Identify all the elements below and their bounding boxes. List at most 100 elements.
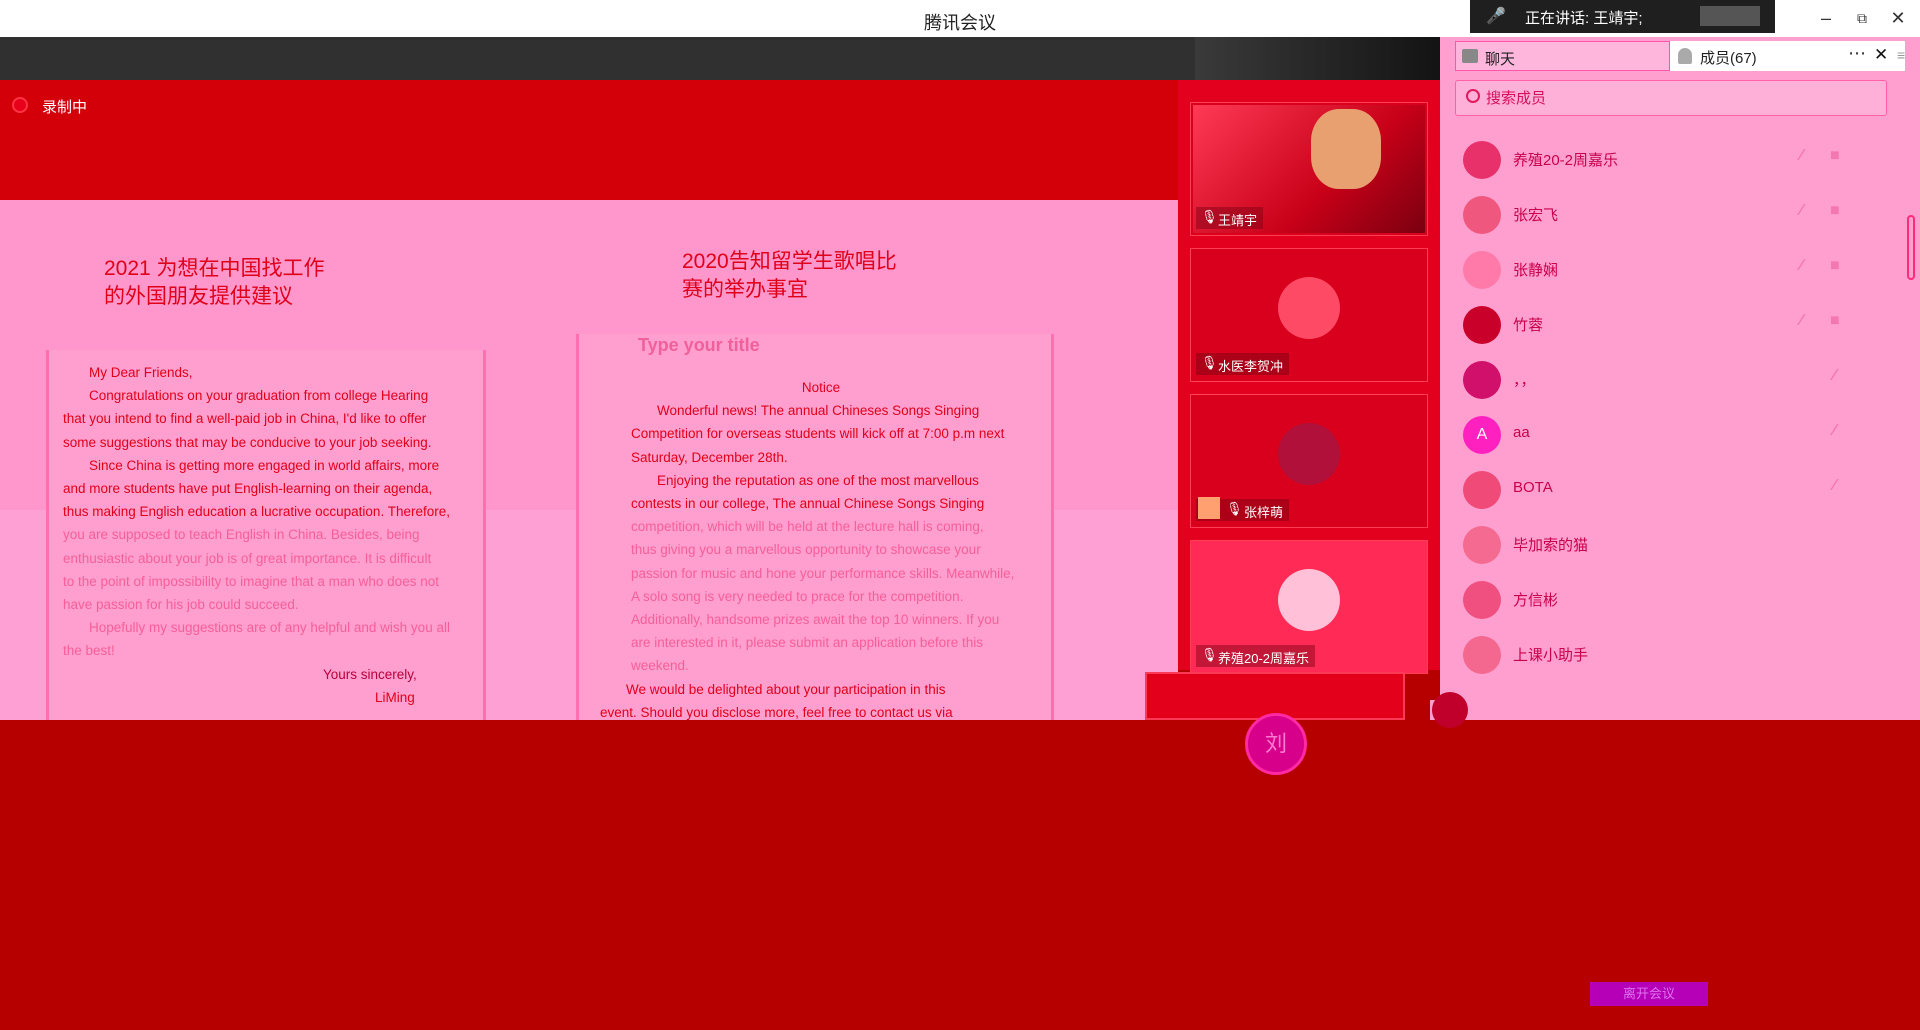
member-search[interactable]	[1455, 80, 1887, 116]
notice-line: Additionally, handsome prizes await the …	[631, 612, 1000, 628]
chat-icon	[1462, 49, 1478, 63]
tab-chat[interactable]: 聊天	[1455, 41, 1670, 71]
participant-face	[1311, 109, 1381, 189]
mic-muted-icon[interactable]: ∕	[1833, 367, 1836, 385]
member-row[interactable]: 方信彬	[1455, 571, 1895, 626]
camera-off-icon[interactable]: ■	[1830, 257, 1840, 275]
speaking-wave-icon	[1700, 6, 1760, 26]
speaking-indicator: 🎤 正在讲话: 王靖宇;	[1470, 0, 1775, 33]
left-letter-text: My Dear Friends, Congratulations on your…	[63, 361, 483, 709]
member-avatar	[1463, 526, 1501, 564]
window-close-button[interactable]: ✕	[1884, 6, 1912, 30]
notice-line: weekend.	[631, 658, 689, 674]
letter-signature: LiMing	[375, 689, 415, 705]
video-tile[interactable]: 🎙 养殖20-2周嘉乐	[1190, 540, 1428, 674]
mic-muted-icon[interactable]: ∕	[1800, 147, 1803, 165]
letter-line: the best!	[63, 643, 115, 659]
mic-icon: 🎙	[1226, 501, 1243, 516]
recording-icon	[12, 97, 28, 113]
member-avatar	[1463, 636, 1501, 674]
member-name: 上课小助手	[1513, 647, 1589, 664]
member-row[interactable]: 竹蓉 ■ ∕	[1455, 296, 1895, 351]
member-name: 养殖20-2周嘉乐	[1513, 152, 1619, 169]
member-row[interactable]: 张静娴 ■ ∕	[1455, 241, 1895, 296]
camera-off-icon[interactable]: ■	[1830, 312, 1840, 330]
speaking-text: 正在讲话: 王靖宇;	[1525, 10, 1643, 27]
self-avatar: 刘	[1245, 713, 1307, 775]
member-name: 张宏飞	[1513, 207, 1559, 224]
letter-line: Since China is getting more engaged in w…	[89, 457, 440, 473]
participant-avatar	[1278, 423, 1340, 485]
close-icon[interactable]: ✕	[1874, 45, 1888, 65]
video-tile-name: 张梓萌	[1244, 505, 1284, 520]
notice-line: Saturday, December 28th.	[631, 449, 788, 465]
right-heading-line1: 2020告知留学生歌唱比	[682, 250, 897, 273]
member-avatar: A	[1463, 416, 1501, 454]
member-row[interactable]: 毕加索的猫	[1455, 516, 1895, 571]
notice-bottom-text: We would be delighted about your partici…	[600, 678, 1070, 724]
camera-off-icon[interactable]: ■	[1830, 147, 1840, 165]
video-tile-label: 🎙 张梓萌	[1196, 497, 1290, 521]
right-notice-text: Notice Wonderful news! The annual Chines…	[631, 376, 1051, 678]
member-list-overflow	[1430, 700, 1920, 720]
member-name: ，，	[1513, 372, 1536, 389]
user-icon	[1198, 497, 1220, 519]
right-heading-line2: 赛的举办事宜	[682, 278, 808, 301]
search-input[interactable]	[1486, 87, 1866, 109]
video-tile[interactable]: 🎙 王靖宇	[1190, 102, 1428, 236]
member-row[interactable]: 养殖20-2周嘉乐 ■ ∕	[1455, 131, 1895, 186]
member-row[interactable]: ，， ∕	[1455, 351, 1895, 406]
member-avatar	[1432, 692, 1468, 728]
left-heading-line2: 的外国朋友提供建议	[104, 285, 293, 308]
search-icon	[1466, 89, 1480, 103]
member-row[interactable]: 上课小助手	[1455, 626, 1895, 681]
video-tile[interactable]: 🎙 水医李贺冲	[1190, 248, 1428, 382]
camera-off-icon[interactable]: ■	[1830, 202, 1840, 220]
top-toolbar-fade	[1195, 37, 1455, 80]
mic-icon: 🎙	[1201, 647, 1218, 662]
mic-muted-icon[interactable]: ∕	[1800, 312, 1803, 330]
member-name: 竹蓉	[1513, 317, 1544, 334]
notice-line: Enjoying the reputation as one of the mo…	[657, 472, 979, 488]
notice-line: contests in our college, The annual Chin…	[631, 496, 985, 512]
mic-muted-icon: 🎤	[1486, 8, 1506, 25]
member-row[interactable]: 张宏飞 ■ ∕	[1455, 186, 1895, 241]
member-avatar	[1463, 471, 1501, 509]
tab-members[interactable]: 成员(67) ⋯ ✕	[1670, 41, 1905, 71]
member-name: 张静娴	[1513, 262, 1559, 279]
mic-muted-icon[interactable]: ∕	[1800, 202, 1803, 220]
video-tile-label: 🎙 王靖宇	[1196, 207, 1264, 229]
minimize-button[interactable]: –	[1812, 6, 1840, 30]
video-tile-label: 🎙 水医李贺冲	[1196, 353, 1290, 375]
notice-line: A solo song is very needed to prace for …	[631, 588, 964, 604]
scrollbar[interactable]	[1907, 215, 1915, 280]
member-row[interactable]: BOTA ∕	[1455, 461, 1895, 516]
panel-menu-icon[interactable]: ≡	[1897, 47, 1905, 63]
letter-closing: Yours sincerely,	[323, 666, 417, 682]
letter-line: that you intend to find a well-paid job …	[63, 411, 427, 427]
notice-line: passion for music and hone your performa…	[631, 565, 1015, 581]
letter-line: some suggestions that may be conducive t…	[63, 434, 432, 450]
notice-heading: Notice	[801, 380, 841, 395]
member-avatar	[1463, 196, 1501, 234]
video-tile-name: 王靖宇	[1218, 213, 1258, 228]
members-icon	[1678, 48, 1692, 64]
letter-line: thus making English education a lucrativ…	[63, 504, 450, 520]
notice-line: Wonderful news! The annual Chineses Song…	[657, 403, 980, 419]
left-heading-line1: 2021 为想在中国找工作	[104, 257, 325, 280]
leave-meeting-button[interactable]: 离开会议	[1590, 982, 1708, 1006]
mic-muted-icon[interactable]: ∕	[1800, 257, 1803, 275]
mic-muted-icon[interactable]: ∕	[1833, 422, 1836, 440]
notice-title-placeholder: Type your title	[638, 335, 760, 355]
member-avatar	[1463, 141, 1501, 179]
mic-muted-icon[interactable]: ∕	[1833, 477, 1836, 495]
more-icon[interactable]: ⋯	[1848, 43, 1866, 64]
letter-line: you are supposed to teach English in Chi…	[63, 527, 420, 543]
member-row[interactable]: Aaa ∕	[1455, 406, 1895, 461]
notice-line: competition, which will be held at the l…	[631, 519, 984, 535]
restore-button[interactable]: ⧉	[1848, 6, 1876, 30]
letter-line: to the point of impossibility to imagine…	[63, 573, 439, 589]
video-tile[interactable]: 🎙 张梓萌	[1190, 394, 1428, 528]
notice-line: We would be delighted about your partici…	[626, 682, 946, 697]
member-avatar	[1463, 581, 1501, 619]
